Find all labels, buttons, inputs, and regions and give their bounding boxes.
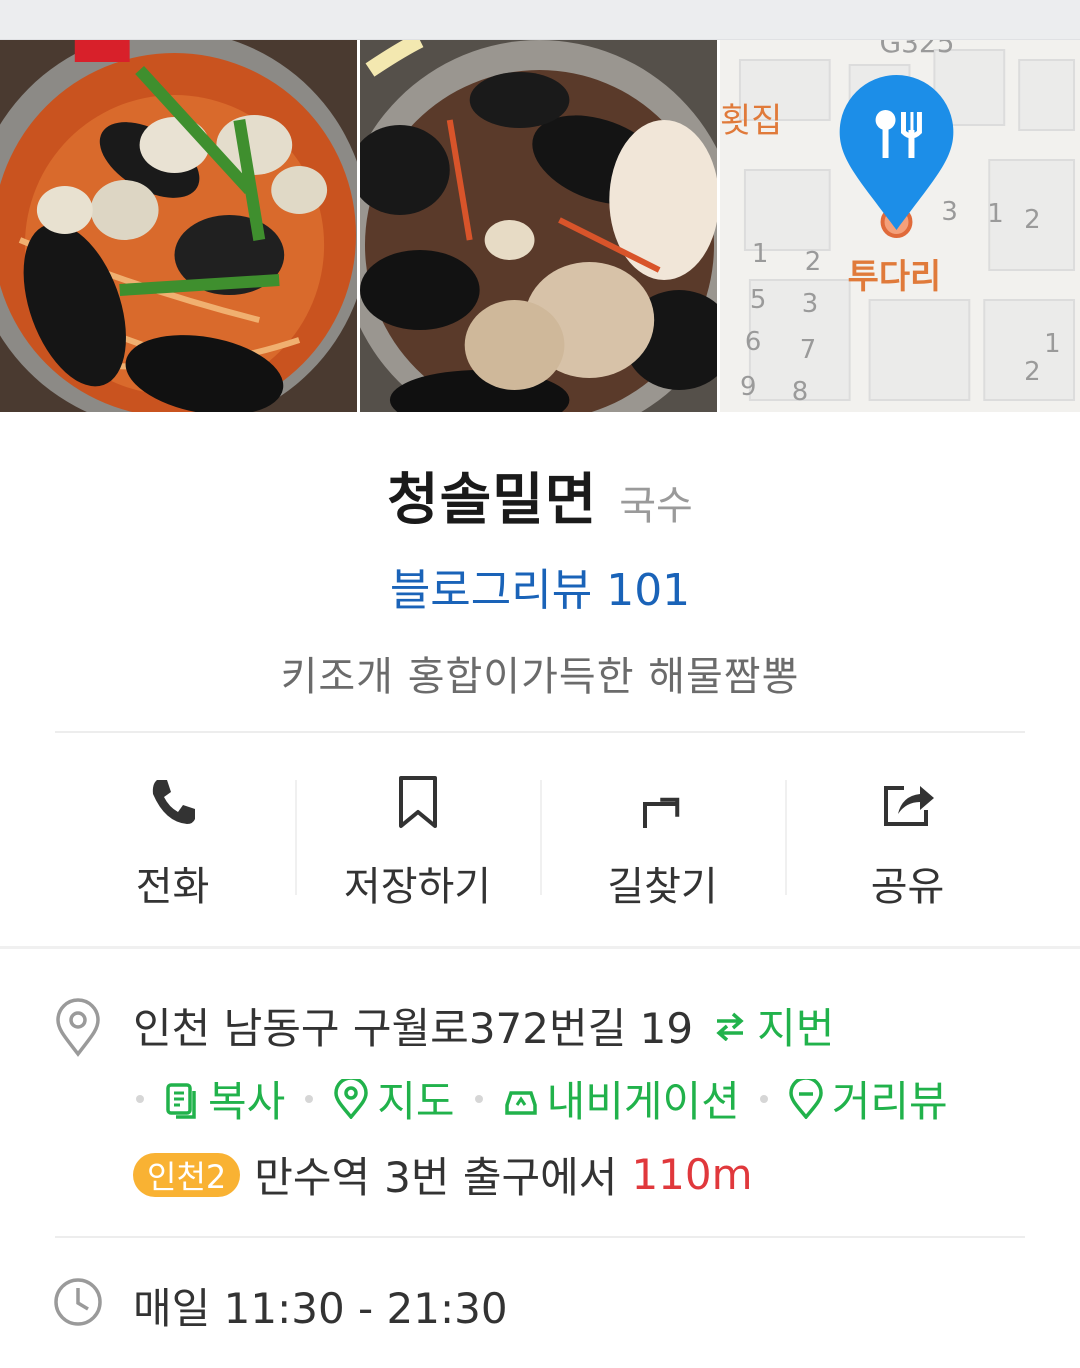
street-view-label: 거리뷰 — [831, 1077, 948, 1126]
share-button[interactable]: 공유 — [785, 760, 1030, 920]
directions-label: 길찾기 — [607, 864, 718, 910]
directions-button[interactable]: 길찾기 — [540, 760, 785, 920]
bookmark-icon — [398, 776, 437, 828]
phone-icon — [152, 780, 195, 824]
lot-number: 5 — [750, 285, 766, 315]
place-name: 청솔밀면 — [387, 468, 598, 533]
address-row: 인천 남동구 구월로372번길 19 지번 — [133, 995, 834, 1056]
copy-label: 복사 — [208, 1077, 286, 1126]
section-divider — [0, 946, 1080, 949]
subway-station: 만수역 — [254, 1153, 371, 1202]
divider — [55, 731, 1025, 733]
location-pin-icon — [56, 998, 100, 1057]
location-map-thumbnail[interactable]: 횟집 G325 투다리 3 1 2 1 2 5 3 6 7 9 8 1 2 — [720, 40, 1080, 412]
navigation-label: 내비게이션 — [546, 1077, 740, 1126]
swap-arrows-icon — [716, 1012, 744, 1041]
lot-number: 1 — [1044, 329, 1060, 359]
business-hours[interactable]: 매일 11:30 - 21:30 — [133, 1275, 508, 1336]
jibun-toggle[interactable]: 지번 — [713, 995, 834, 1056]
lot-number: 7 — [800, 335, 816, 365]
map-pin-outline-icon — [334, 1078, 369, 1119]
directions-arrow-icon — [642, 797, 679, 828]
lot-number: 3 — [802, 289, 818, 319]
copy-icon — [166, 1082, 196, 1119]
subway-distance: 110m — [631, 1150, 753, 1199]
navigation-link[interactable]: 내비게이션 — [503, 1068, 740, 1129]
lot-number: 3 — [941, 197, 957, 227]
subway-line-badge: 인천2 — [133, 1152, 241, 1197]
street-view-link[interactable]: 거리뷰 — [788, 1068, 948, 1129]
lot-number: 1 — [987, 199, 1003, 229]
divider — [55, 1236, 1025, 1238]
car-navigation-icon — [504, 1090, 537, 1115]
photo-gallery[interactable]: 횟집 G325 투다리 3 1 2 1 2 5 3 6 7 9 8 1 2 — [0, 40, 1080, 412]
place-description: 키조개 홍합이가득한 해물짬뽕 — [280, 654, 800, 700]
subway-info: 인천2 만수역 3번 출구에서 110m — [133, 1144, 753, 1205]
call-button[interactable]: 전화 — [50, 760, 295, 920]
road-address: 인천 남동구 구월로372번길 19 — [133, 1004, 694, 1053]
action-bar: 전화 저장하기 길찾기 공유 — [50, 760, 1030, 920]
lot-number: 2 — [1024, 205, 1040, 235]
share-label: 공유 — [870, 864, 945, 910]
place-header: 청솔밀면 국수 블로그리뷰 101 키조개 홍합이가득한 해물짬뽕 — [0, 455, 1080, 702]
lot-number: 2 — [1024, 357, 1040, 387]
lot-number: 2 — [805, 247, 821, 277]
jibun-label: 지번 — [757, 1004, 835, 1053]
separator-dot — [136, 1094, 144, 1103]
lot-number: 9 — [740, 372, 756, 402]
top-bar — [0, 0, 1080, 40]
blog-review-link[interactable]: 블로그리뷰 101 — [0, 554, 1080, 618]
subway-exit: 3번 출구에서 — [384, 1153, 618, 1202]
copy-button[interactable]: 복사 — [164, 1068, 285, 1129]
separator-dot — [474, 1094, 483, 1103]
map-label-road: G325 — [880, 40, 955, 59]
address-actions: 복사 지도 내비게이션 거리뷰 — [128, 1068, 948, 1129]
map-label: 지도 — [377, 1077, 455, 1126]
clock-icon — [54, 1278, 102, 1326]
save-label: 저장하기 — [343, 864, 492, 910]
lot-number: 8 — [792, 377, 808, 407]
lot-number: 6 — [745, 327, 761, 357]
lot-number: 1 — [752, 239, 768, 269]
place-category: 국수 — [619, 483, 693, 529]
separator-dot — [759, 1094, 768, 1103]
separator-dot — [305, 1094, 314, 1103]
map-label-hoetjip: 횟집 — [720, 101, 782, 141]
map-link[interactable]: 지도 — [333, 1068, 455, 1129]
share-icon — [883, 786, 934, 826]
food-photo-2[interactable] — [360, 40, 717, 412]
food-photo-1[interactable] — [0, 40, 357, 412]
street-view-icon — [789, 1078, 823, 1119]
map-label-tudari: 투다리 — [848, 257, 942, 297]
save-button[interactable]: 저장하기 — [295, 760, 540, 920]
call-label: 전화 — [135, 864, 210, 910]
